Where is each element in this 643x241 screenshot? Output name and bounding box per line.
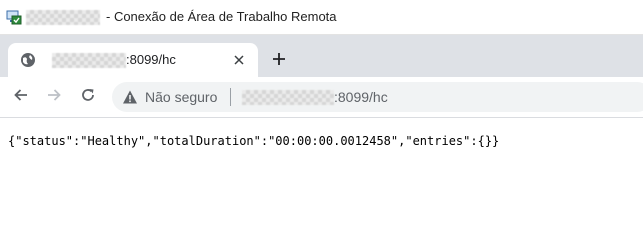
redacted-url-host — [242, 90, 334, 105]
url-text[interactable]: :8099/hc — [334, 89, 388, 105]
tab-active[interactable]: :8099/hc — [8, 43, 258, 77]
remote-desktop-icon — [6, 10, 22, 26]
address-bar[interactable]: Não seguro :8099/hc — [112, 82, 643, 112]
arrow-left-icon — [13, 87, 29, 108]
new-tab-button[interactable] — [268, 50, 290, 72]
rdp-title-bar: - Conexão de Área de Trabalho Remota — [0, 0, 643, 35]
close-icon[interactable] — [230, 51, 248, 69]
redacted-hostname — [26, 10, 100, 25]
address-divider — [230, 88, 231, 106]
back-button[interactable] — [10, 86, 32, 108]
page-content: {"status":"Healthy","totalDuration":"00:… — [0, 118, 643, 241]
browser-toolbar: Não seguro :8099/hc — [0, 77, 643, 118]
globe-icon — [20, 52, 36, 68]
plus-icon — [272, 52, 286, 71]
warning-triangle-icon[interactable] — [122, 89, 138, 105]
security-status-text[interactable]: Não seguro — [145, 89, 217, 105]
forward-button[interactable] — [43, 86, 65, 108]
arrow-right-icon — [46, 87, 62, 108]
tab-title: :8099/hc — [126, 52, 176, 67]
reload-button[interactable] — [77, 86, 99, 108]
redacted-tab-host — [52, 53, 126, 68]
json-response-body: {"status":"Healthy","totalDuration":"00:… — [8, 134, 500, 148]
rdp-window-title: - Conexão de Área de Trabalho Remota — [106, 9, 337, 24]
reload-icon — [80, 87, 96, 108]
tab-strip: :8099/hc — [0, 35, 643, 77]
